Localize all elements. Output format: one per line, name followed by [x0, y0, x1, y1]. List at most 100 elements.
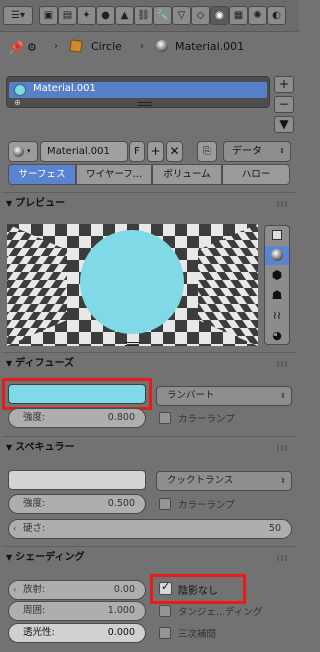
- editor-type-icon[interactable]: ☰▾: [3, 6, 33, 25]
- specular-intensity-value: 0.500: [107, 498, 135, 509]
- drag-grip-icon[interactable]: [277, 445, 289, 451]
- data-icon[interactable]: ▽: [172, 6, 191, 25]
- preview-sphere-button[interactable]: [265, 246, 289, 265]
- shadeless-label: 陰影なし: [178, 586, 218, 597]
- preview-cube-button[interactable]: ⬢: [265, 266, 289, 285]
- sphere-icon: [271, 249, 283, 261]
- breadcrumb-material: Material.001: [175, 40, 245, 53]
- texture-icon[interactable]: ▦: [229, 6, 248, 25]
- material-preview-render: [7, 224, 258, 346]
- object-cube-icon: [69, 39, 83, 53]
- render-layers-icon[interactable]: ▤: [58, 6, 77, 25]
- vertex-groups-icon[interactable]: ◇: [191, 6, 210, 25]
- specular-intensity-field[interactable]: 強度: 0.500: [8, 494, 146, 514]
- specular-ramp-checkbox[interactable]: [159, 498, 171, 510]
- breadcrumb-separator-icon: ›: [140, 41, 144, 52]
- drag-grip-icon[interactable]: [277, 361, 289, 367]
- constraints-icon[interactable]: ⛓: [134, 6, 153, 25]
- updown-arrows-icon: ⇕: [280, 477, 286, 485]
- fake-user-button[interactable]: F: [129, 141, 145, 162]
- diffuse-intensity-field[interactable]: 強度: 0.800: [8, 408, 146, 428]
- diffuse-intensity-value: 0.800: [107, 412, 135, 423]
- scene-icon[interactable]: ✦: [77, 6, 96, 25]
- translucency-field[interactable]: 透光性: 0.000: [8, 623, 146, 643]
- render-icon[interactable]: ▣: [39, 6, 58, 25]
- specular-color-swatch[interactable]: [8, 470, 146, 490]
- hardness-field[interactable]: ‹ 硬さ: 50: [8, 519, 292, 539]
- preview-flat-button[interactable]: [265, 226, 289, 245]
- material-icon[interactable]: ◉: [210, 6, 229, 25]
- material-name-field[interactable]: Material.001: [40, 141, 128, 162]
- diffuse-ramp-label: カラーランプ: [178, 414, 235, 425]
- preview-monkey-button[interactable]: ☗: [265, 286, 289, 305]
- link-mode-value: データ: [232, 146, 262, 157]
- divider: [2, 436, 297, 437]
- tab-halo[interactable]: ハロー: [222, 164, 290, 185]
- slot-menu-button[interactable]: ▼: [274, 116, 294, 133]
- shading-panel-header[interactable]: ▼ シェーディング: [0, 548, 299, 568]
- diffuse-color-swatch[interactable]: [8, 384, 146, 404]
- divider: [2, 546, 297, 547]
- material-preview-icon: [14, 84, 26, 96]
- emit-value: 0.00: [113, 584, 135, 595]
- collapse-triangle-icon: ▼: [6, 553, 13, 562]
- new-material-button[interactable]: +: [147, 141, 164, 162]
- translucency-value: 0.000: [107, 627, 135, 638]
- ambient-field[interactable]: 周囲: 1.000: [8, 601, 146, 621]
- material-browse-button[interactable]: ▾: [8, 141, 38, 162]
- material-slot-item[interactable]: Material.001: [9, 82, 267, 98]
- preview-world-button[interactable]: ◕: [265, 326, 289, 345]
- list-resize-grip[interactable]: [138, 102, 152, 106]
- drag-grip-icon[interactable]: [277, 555, 289, 561]
- object-icon[interactable]: ▲: [115, 6, 134, 25]
- specular-panel-header[interactable]: ▼ スペキュラー: [0, 438, 299, 458]
- tab-wire[interactable]: ワイヤーフ...: [76, 164, 152, 185]
- preview-hair-button[interactable]: ≀≀: [265, 306, 289, 325]
- remove-slot-button[interactable]: −: [274, 96, 294, 113]
- shading-title: シェーディング: [15, 552, 85, 563]
- preview-resize-grip[interactable]: [125, 342, 139, 346]
- world-icon[interactable]: ●: [96, 6, 115, 25]
- tangent-shading-checkbox[interactable]: [159, 605, 171, 617]
- preview-panel-header[interactable]: ▼ プレビュー: [0, 194, 299, 214]
- cube-icon: ⬢: [271, 268, 283, 282]
- particles-icon[interactable]: ✺: [248, 6, 267, 25]
- modifiers-icon[interactable]: 🔧: [153, 6, 172, 25]
- preview-sphere: [80, 230, 184, 334]
- material-browse-icon: [13, 146, 24, 157]
- cubic-interpolation-checkbox[interactable]: [159, 627, 171, 639]
- copy-settings-icon[interactable]: ⎘: [197, 141, 217, 162]
- emit-field[interactable]: ‹ 放射: 0.00: [8, 580, 146, 600]
- material-slot-label: Material.001: [33, 83, 96, 94]
- unlink-material-button[interactable]: ✕: [166, 141, 183, 162]
- add-small-icon[interactable]: ⊕: [14, 98, 21, 107]
- link-mode-dropdown[interactable]: データ ⇕: [223, 141, 291, 162]
- specular-title: スペキュラー: [15, 442, 75, 453]
- tab-volume[interactable]: ボリューム: [152, 164, 222, 185]
- collapse-triangle-icon: ▼: [6, 443, 13, 452]
- collapse-triangle-icon: ▼: [6, 199, 13, 208]
- monkey-icon: ☗: [271, 288, 283, 302]
- diffuse-shader-dropdown[interactable]: ランバート ⇕: [156, 386, 292, 406]
- properties-header: ☰▾ ▣ ▤ ✦ ● ▲ ⛓ 🔧 ▽ ◇ ◉ ▦ ✺ ◐: [0, 0, 299, 32]
- specular-ramp-label: カラーランプ: [178, 500, 235, 511]
- hardness-value: 50: [268, 523, 281, 534]
- chevron-down-icon: ▾: [27, 147, 31, 155]
- diffuse-panel-header[interactable]: ▼ ディフューズ: [0, 354, 299, 374]
- diffuse-ramp-checkbox[interactable]: [159, 412, 171, 424]
- pin-icon[interactable]: 📌: [8, 41, 24, 56]
- divider: [2, 192, 297, 193]
- updown-arrows-icon: ⇕: [279, 147, 285, 155]
- physics-icon[interactable]: ◐: [267, 6, 286, 25]
- breadcrumb: 📌 ⚙ › Circle › Material.001: [0, 36, 299, 62]
- checkmark-icon: ✓: [161, 580, 171, 593]
- breadcrumb-object: Circle: [91, 40, 122, 53]
- drag-grip-icon[interactable]: [277, 201, 289, 207]
- specular-shader-dropdown[interactable]: クックトランス ⇕: [156, 471, 292, 491]
- add-slot-button[interactable]: +: [274, 76, 294, 93]
- ambient-label: 周囲:: [23, 605, 46, 616]
- specular-intensity-label: 強度:: [23, 498, 46, 509]
- hair-icon: ≀≀: [272, 309, 282, 322]
- shadeless-checkbox[interactable]: ✓: [159, 580, 172, 595]
- tab-surface[interactable]: サーフェス: [8, 164, 76, 185]
